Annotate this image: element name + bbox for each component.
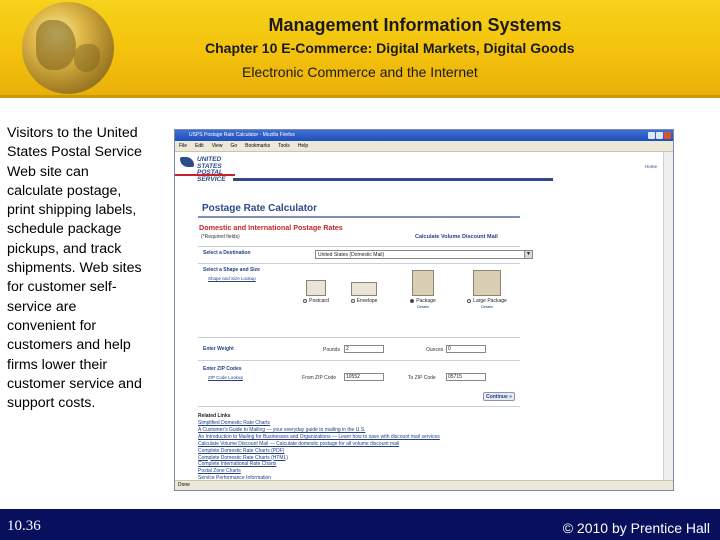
home-link[interactable]: Home xyxy=(645,164,657,169)
pounds-input[interactable]: 2 xyxy=(344,345,384,353)
related-links-title: Related Links xyxy=(198,413,231,419)
related-divider xyxy=(198,406,520,407)
shape-row: Select a Shape and Size Shape and Size L… xyxy=(198,263,520,317)
slide-number: 10.36 xyxy=(7,518,41,534)
shape-label: Select a Shape and Size xyxy=(203,267,260,273)
section-title: Electronic Commerce and the Internet xyxy=(242,64,478,80)
shape-option-envelope[interactable]: Envelope xyxy=(344,270,384,304)
radio-icon[interactable] xyxy=(350,298,355,303)
postcard-icon xyxy=(306,280,326,296)
from-zip-input[interactable]: 10552 xyxy=(344,373,384,381)
related-link[interactable]: Postal Zone Charts xyxy=(198,468,498,475)
chevron-down-icon: ▼ xyxy=(524,251,532,258)
related-link[interactable]: Complete Domestic Rate Charts (PDF) xyxy=(198,448,498,455)
weight-row: Enter Weight Pounds 2 Ounces 0 xyxy=(198,337,520,360)
title-divider xyxy=(198,216,520,218)
weight-label: Enter Weight xyxy=(203,346,234,352)
header-divider xyxy=(0,95,720,98)
related-link[interactable]: Complete International Rate Charts xyxy=(198,461,498,468)
shape-option-large-package[interactable]: Large Package Details xyxy=(460,270,514,309)
related-link[interactable]: Simplified Domestic Rate Charts xyxy=(198,420,498,427)
large-package-icon xyxy=(473,270,501,296)
browser-menubar: File Edit View Go Bookmarks Tools Help xyxy=(175,141,673,152)
to-zip-input[interactable]: 05715 xyxy=(446,373,486,381)
status-bar: Done xyxy=(175,480,673,490)
shape-option-postcard[interactable]: Postcard xyxy=(298,270,334,304)
blue-stripe xyxy=(233,178,553,181)
browser-window: USPS Postage Rate Calculator - Mozilla F… xyxy=(174,129,674,491)
section-heading: Domestic and International Postage Rates xyxy=(199,223,343,232)
slide-footer: 10.36 © 2010 by Prentice Hall xyxy=(0,509,720,540)
calc-volume-link[interactable]: Calculate Volume Discount Mail xyxy=(415,234,498,240)
from-zip-label: From ZIP Code xyxy=(302,375,337,381)
zip-lookup-link[interactable]: ZIP Code Lookup xyxy=(208,375,243,380)
page-content: UNITED STATES POSTAL SERVICE Home Postag… xyxy=(175,152,663,482)
destination-select[interactable]: United States (Domestic Mail) ▼ xyxy=(315,250,533,259)
menu-bookmarks[interactable]: Bookmarks xyxy=(245,141,270,151)
vertical-scrollbar[interactable] xyxy=(663,152,673,480)
ounces-label: Ounces xyxy=(426,347,444,353)
radio-selected-icon[interactable] xyxy=(410,298,415,303)
slide-body-text: Visitors to the United States Postal Ser… xyxy=(7,125,142,412)
menu-edit[interactable]: Edit xyxy=(195,141,204,151)
red-stripe xyxy=(175,174,235,176)
package-icon xyxy=(412,270,434,296)
menu-tools[interactable]: Tools xyxy=(278,141,290,151)
zip-row: Enter ZIP Codes ZIP Code Lookup From ZIP… xyxy=(198,360,520,388)
window-title: USPS Postage Rate Calculator - Mozilla F… xyxy=(189,132,295,138)
ounces-input[interactable]: 0 xyxy=(446,345,486,353)
shape-option-package[interactable]: Package Details xyxy=(403,270,443,309)
page-title: Postage Rate Calculator xyxy=(202,203,318,214)
menu-file[interactable]: File xyxy=(179,141,187,151)
related-links-list: Simplified Domestic Rate Charts A Custom… xyxy=(198,420,498,482)
browser-titlebar: USPS Postage Rate Calculator - Mozilla F… xyxy=(175,130,673,141)
destination-label: Select a Destination xyxy=(203,250,251,256)
window-controls xyxy=(648,132,671,139)
globe-image xyxy=(22,2,114,94)
eagle-icon xyxy=(180,157,194,167)
maximize-icon[interactable] xyxy=(656,132,663,139)
related-link[interactable]: Calculate Volume Discount Mail — Calcula… xyxy=(198,441,498,448)
related-link[interactable]: A Customer's Guide to Mailing — your eve… xyxy=(198,427,498,434)
close-icon[interactable] xyxy=(664,132,671,139)
package-details-link[interactable]: Details xyxy=(403,304,443,309)
logo-line2: POSTAL SERVICE xyxy=(197,169,226,183)
required-note: (*Required fields) xyxy=(201,234,240,240)
continue-button[interactable]: Continue » xyxy=(483,392,515,401)
to-zip-label: To ZIP Code xyxy=(408,375,436,381)
chapter-title: Chapter 10 E-Commerce: Digital Markets, … xyxy=(205,40,575,56)
envelope-icon xyxy=(351,282,377,296)
minimize-icon[interactable] xyxy=(648,132,655,139)
menu-go[interactable]: Go xyxy=(230,141,237,151)
zip-label: Enter ZIP Codes xyxy=(203,366,242,372)
radio-icon[interactable] xyxy=(303,298,308,303)
pounds-label: Pounds xyxy=(323,347,340,353)
destination-row: Select a Destination United States (Dome… xyxy=(198,246,533,263)
menu-help[interactable]: Help xyxy=(298,141,308,151)
related-link[interactable]: An Introduction to Mailing for Businesse… xyxy=(198,434,498,441)
slide-title: Management Information Systems xyxy=(268,15,562,35)
radio-icon[interactable] xyxy=(467,298,472,303)
shape-lookup-link[interactable]: Shape and Size Lookup xyxy=(208,276,256,281)
copyright-text: © 2010 by Prentice Hall xyxy=(562,520,710,536)
slide-header: Management Information Systems Chapter 1… xyxy=(0,0,720,95)
menu-view[interactable]: View xyxy=(212,141,223,151)
related-link[interactable]: Complete Domestic Rate Charts (HTML) xyxy=(198,455,498,462)
large-package-details-link[interactable]: Details xyxy=(460,304,514,309)
